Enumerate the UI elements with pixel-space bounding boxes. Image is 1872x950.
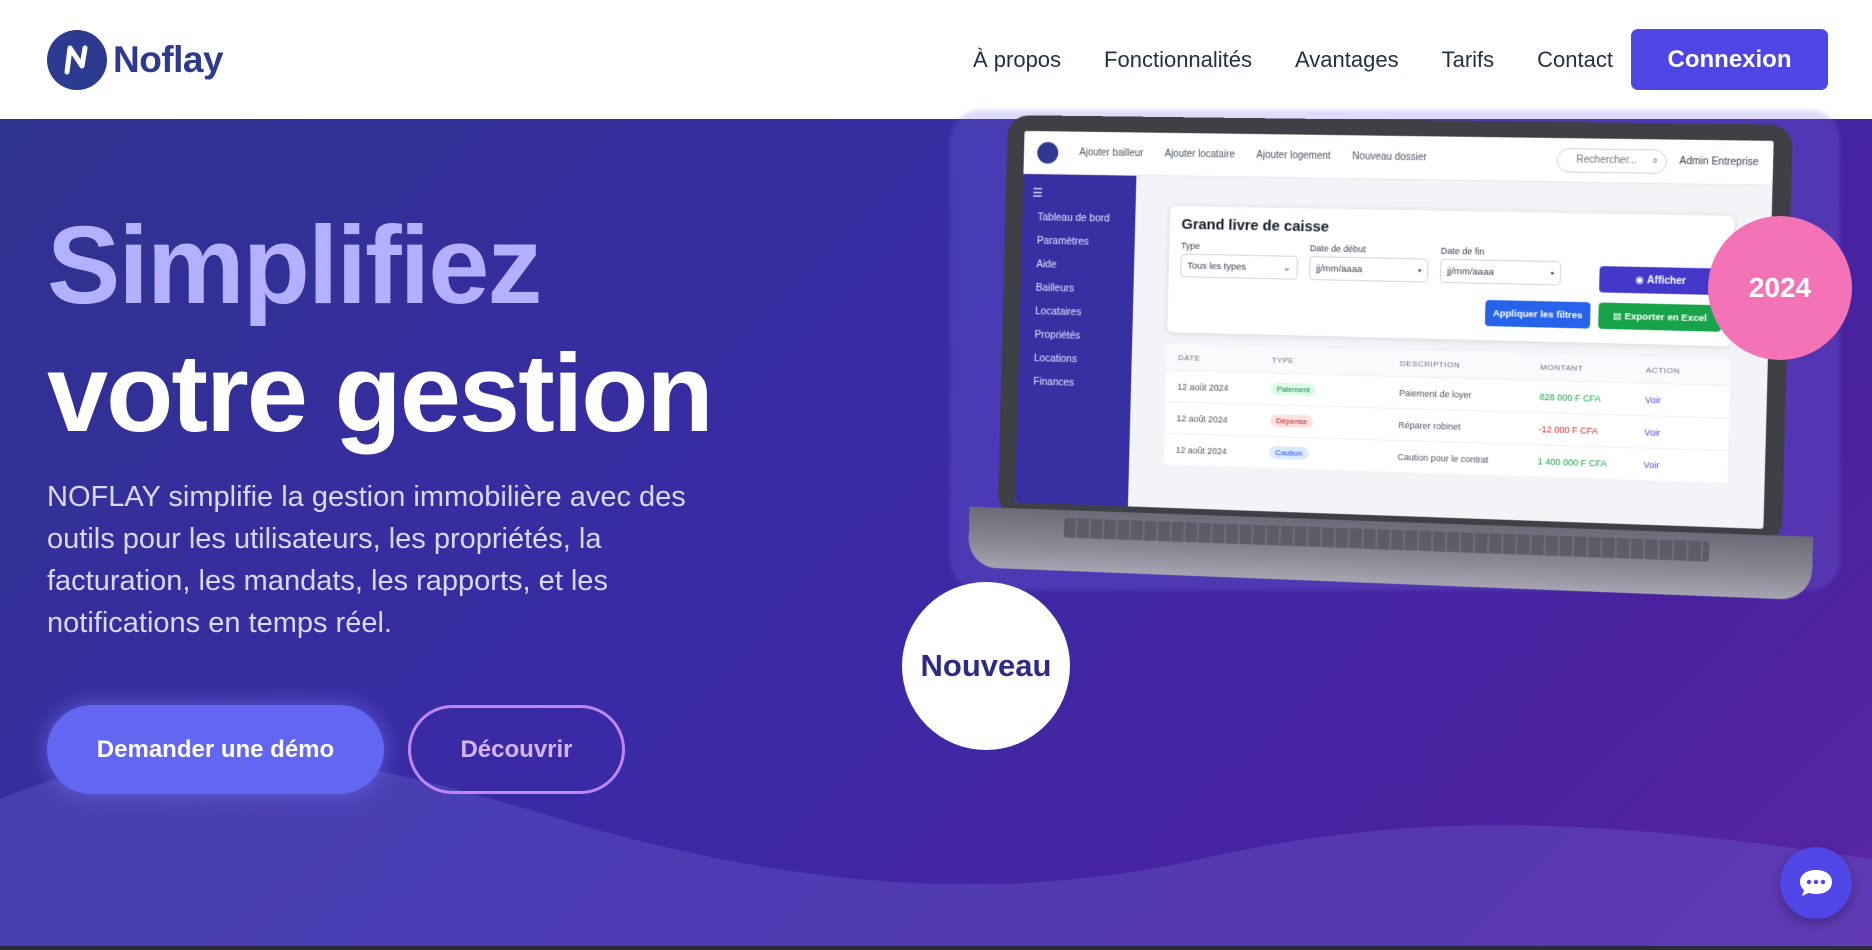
mockup-end-date: jj/mm/aaaa ▪ xyxy=(1439,258,1562,286)
year-badge: 2024 xyxy=(1708,216,1852,360)
mockup-admin-label: Admin Entreprise xyxy=(1679,155,1759,169)
mockup-new-file-link: Nouveau dossier xyxy=(1352,151,1427,164)
mockup-search-placeholder: Rechercher... xyxy=(1576,154,1638,167)
mockup-cell-description: Caution pour le contrat xyxy=(1397,451,1489,465)
type-badge: Paiement xyxy=(1270,382,1317,397)
mockup-end-label: Date de fin xyxy=(1440,245,1485,257)
laptop-lid: Ajouter bailleur Ajouter locataire Ajout… xyxy=(997,115,1793,544)
mockup-sidebar-item: Locations xyxy=(1033,352,1078,366)
mockup-sidebar-item: Finances xyxy=(1033,375,1075,389)
mockup-cell-description: Réparer robinet xyxy=(1398,419,1461,432)
mockup-sidebar-item: Propriétés xyxy=(1034,328,1081,342)
mockup-cell-date: 12 août 2024 xyxy=(1175,444,1227,456)
mockup-export-label: Exporter en Excel xyxy=(1624,310,1708,324)
mockup-view-link: Voir xyxy=(1644,426,1661,438)
mockup-start-date: jj/mm/aaaa ▪ xyxy=(1309,256,1429,283)
mockup-card-title: Grand livre de caisse xyxy=(1181,215,1330,236)
main-nav: À propos Fonctionnalités Avantages Tarif… xyxy=(930,29,1828,90)
mockup-menu-icon: ☰ xyxy=(1032,185,1043,200)
laptop-screen: Ajouter bailleur Ajouter locataire Ajout… xyxy=(1015,130,1774,529)
mockup-cell-date: 12 août 2024 xyxy=(1177,381,1229,393)
calendar-icon: ▪ xyxy=(1417,264,1422,276)
mockup-add-landlord-link: Ajouter bailleur xyxy=(1079,147,1144,160)
mockup-type-value: Tous les types xyxy=(1187,260,1247,273)
mockup-cell-type: Paiement xyxy=(1270,382,1400,399)
mockup-add-tenant-link: Ajouter locataire xyxy=(1164,148,1236,161)
mockup-cell-description: Paiement de loyer xyxy=(1399,387,1472,400)
eye-icon: ◉ xyxy=(1635,274,1648,286)
request-demo-button[interactable]: Demander une démo xyxy=(47,705,384,794)
hero-title-line2: votre gestion xyxy=(47,332,714,455)
mockup-sidebar-item: Paramètres xyxy=(1036,234,1089,248)
mockup-sidebar-item: Tableau de bord xyxy=(1037,211,1110,225)
mockup-col-action: ACTION xyxy=(1645,364,1681,375)
mockup-sidebar: ☰ Tableau de bord Paramètres Aide Baille… xyxy=(1015,173,1137,507)
chevron-down-icon: ⌄ xyxy=(1282,262,1291,274)
mockup-ledger-table: DATE TYPE DESCRIPTION MONTANT ACTION 12 … xyxy=(1163,343,1731,483)
mockup-cell-type: Dépense xyxy=(1269,414,1399,431)
hero-title-line1: Simplifiez xyxy=(47,204,542,327)
mockup-logo-icon xyxy=(1037,141,1059,164)
mockup-apply-filters-button: Appliquer les filtres xyxy=(1484,299,1591,329)
mockup-ledger-card: Grand livre de caisse Type Tous les type… xyxy=(1167,205,1735,347)
new-badge: Nouveau xyxy=(902,582,1070,750)
mockup-type-label: Type xyxy=(1180,240,1201,251)
mockup-export-excel-button: ▤ Exporter en Excel xyxy=(1598,302,1722,332)
type-badge: Caution xyxy=(1269,445,1309,461)
mockup-sidebar-item: Aide xyxy=(1036,258,1057,271)
mockup-show-label: Afficher xyxy=(1647,274,1687,287)
noflay-logo-icon xyxy=(47,29,107,90)
nav-link-advantages[interactable]: Avantages xyxy=(1295,47,1399,73)
mockup-col-amount: MONTANT xyxy=(1540,362,1584,373)
calendar-icon: ▪ xyxy=(1550,267,1554,279)
mockup-add-housing-link: Ajouter logement xyxy=(1256,149,1331,162)
mockup-type-select: Tous les types ⌄ xyxy=(1180,253,1298,280)
mockup-show-button: ◉ Afficher xyxy=(1599,266,1723,296)
mockup-cell-type: Caution xyxy=(1269,445,1398,463)
mockup-start-value: jj/mm/aaaa xyxy=(1316,262,1363,275)
nav-link-features[interactable]: Fonctionnalités xyxy=(1104,47,1252,73)
mockup-col-date: DATE xyxy=(1178,352,1201,363)
chat-bubble-icon xyxy=(1800,870,1832,896)
file-icon: ▤ xyxy=(1612,310,1625,322)
mockup-end-value: jj/mm/aaaa xyxy=(1447,265,1494,278)
mockup-cell-amount: -12 000 F CFA xyxy=(1538,423,1599,436)
mockup-search-icon: ⌕ xyxy=(1652,155,1659,167)
nav-link-contact[interactable]: Contact xyxy=(1537,47,1613,73)
mockup-search-input: Rechercher... ⌕ xyxy=(1556,147,1668,174)
type-badge: Dépense xyxy=(1269,414,1314,429)
nav-link-pricing[interactable]: Tarifs xyxy=(1442,47,1495,73)
discover-button[interactable]: Découvrir xyxy=(408,705,625,794)
login-button[interactable]: Connexion xyxy=(1631,29,1828,90)
brand-link[interactable]: Noflay xyxy=(47,29,224,90)
mockup-cell-amount: 1 400 000 F CFA xyxy=(1537,455,1607,469)
mockup-start-label: Date de début xyxy=(1309,243,1366,255)
chat-button[interactable] xyxy=(1780,847,1852,919)
hero-description: NOFLAY simplifie la gestion immobilière … xyxy=(47,481,686,639)
mockup-cell-date: 12 août 2024 xyxy=(1176,412,1228,425)
mockup-sidebar-item: Locataires xyxy=(1035,305,1082,319)
mockup-col-description: DESCRIPTION xyxy=(1399,358,1461,370)
brand-name: Noflay xyxy=(113,38,224,80)
nav-link-about[interactable]: À propos xyxy=(973,47,1061,73)
mockup-sidebar-item: Bailleurs xyxy=(1035,281,1075,295)
mockup-main: Grand livre de caisse Type Tous les type… xyxy=(1128,176,1773,529)
top-navbar: Noflay À propos Fonctionnalités Avantage… xyxy=(0,0,1872,119)
mockup-view-link: Voir xyxy=(1643,459,1660,470)
mockup-col-type: TYPE xyxy=(1271,355,1295,365)
mockup-cell-amount: 828 000 F CFA xyxy=(1539,391,1601,404)
laptop-mockup: Ajouter bailleur Ajouter locataire Ajout… xyxy=(967,115,1824,617)
mockup-view-link: Voir xyxy=(1645,394,1662,405)
